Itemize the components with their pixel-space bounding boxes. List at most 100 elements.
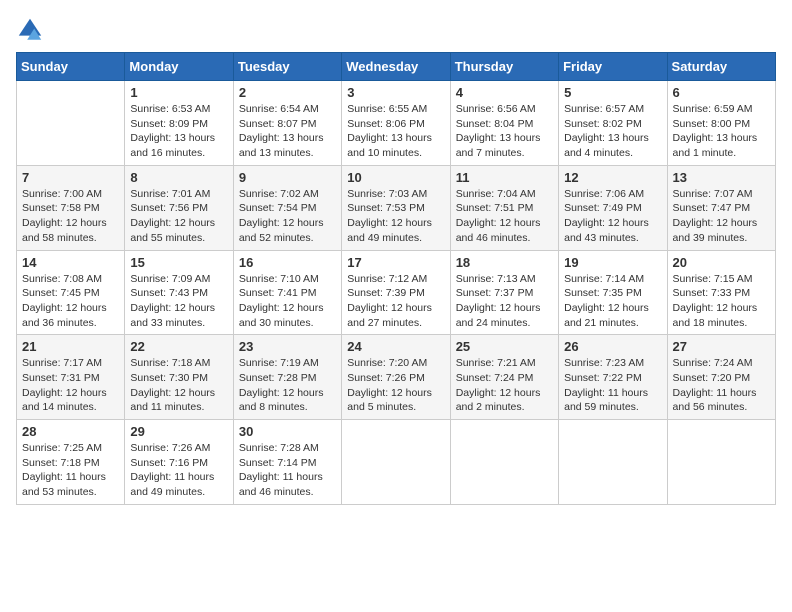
col-header-monday: Monday bbox=[125, 53, 233, 81]
day-info: Sunrise: 7:07 AMSunset: 7:47 PMDaylight:… bbox=[673, 187, 770, 246]
day-info: Sunrise: 7:00 AMSunset: 7:58 PMDaylight:… bbox=[22, 187, 119, 246]
calendar-cell: 8 Sunrise: 7:01 AMSunset: 7:56 PMDaylight… bbox=[125, 165, 233, 250]
day-number: 19 bbox=[564, 255, 661, 270]
calendar-cell: 19 Sunrise: 7:14 AMSunset: 7:35 PMDayligh… bbox=[559, 250, 667, 335]
logo-icon bbox=[16, 16, 44, 44]
day-number: 28 bbox=[22, 424, 119, 439]
day-number: 1 bbox=[130, 85, 227, 100]
calendar-cell: 4 Sunrise: 6:56 AMSunset: 8:04 PMDaylight… bbox=[450, 81, 558, 166]
day-number: 26 bbox=[564, 339, 661, 354]
calendar-cell: 27 Sunrise: 7:24 AMSunset: 7:20 PMDayligh… bbox=[667, 335, 775, 420]
day-number: 17 bbox=[347, 255, 444, 270]
calendar-cell: 29 Sunrise: 7:26 AMSunset: 7:16 PMDayligh… bbox=[125, 420, 233, 505]
day-number: 30 bbox=[239, 424, 336, 439]
day-info: Sunrise: 7:12 AMSunset: 7:39 PMDaylight:… bbox=[347, 272, 444, 331]
col-header-wednesday: Wednesday bbox=[342, 53, 450, 81]
day-info: Sunrise: 6:54 AMSunset: 8:07 PMDaylight:… bbox=[239, 102, 336, 161]
col-header-friday: Friday bbox=[559, 53, 667, 81]
day-info: Sunrise: 7:10 AMSunset: 7:41 PMDaylight:… bbox=[239, 272, 336, 331]
calendar-body: 1 Sunrise: 6:53 AMSunset: 8:09 PMDaylight… bbox=[17, 81, 776, 505]
calendar-cell bbox=[17, 81, 125, 166]
col-header-sunday: Sunday bbox=[17, 53, 125, 81]
calendar-cell: 7 Sunrise: 7:00 AMSunset: 7:58 PMDaylight… bbox=[17, 165, 125, 250]
day-info: Sunrise: 7:03 AMSunset: 7:53 PMDaylight:… bbox=[347, 187, 444, 246]
calendar-cell bbox=[667, 420, 775, 505]
day-number: 4 bbox=[456, 85, 553, 100]
day-number: 25 bbox=[456, 339, 553, 354]
calendar-cell: 10 Sunrise: 7:03 AMSunset: 7:53 PMDayligh… bbox=[342, 165, 450, 250]
calendar-cell: 25 Sunrise: 7:21 AMSunset: 7:24 PMDayligh… bbox=[450, 335, 558, 420]
col-header-saturday: Saturday bbox=[667, 53, 775, 81]
day-info: Sunrise: 6:53 AMSunset: 8:09 PMDaylight:… bbox=[130, 102, 227, 161]
day-number: 29 bbox=[130, 424, 227, 439]
day-number: 10 bbox=[347, 170, 444, 185]
day-number: 6 bbox=[673, 85, 770, 100]
calendar-cell: 11Sunrise: 7:04 AMSunset: 7:51 PMDayligh… bbox=[450, 165, 558, 250]
day-info: Sunrise: 7:15 AMSunset: 7:33 PMDaylight:… bbox=[673, 272, 770, 331]
day-info: Sunrise: 7:28 AMSunset: 7:14 PMDaylight:… bbox=[239, 441, 336, 500]
day-info: Sunrise: 7:26 AMSunset: 7:16 PMDaylight:… bbox=[130, 441, 227, 500]
calendar-cell: 18 Sunrise: 7:13 AMSunset: 7:37 PMDayligh… bbox=[450, 250, 558, 335]
calendar-cell: 28 Sunrise: 7:25 AMSunset: 7:18 PMDayligh… bbox=[17, 420, 125, 505]
calendar-cell: 5 Sunrise: 6:57 AMSunset: 8:02 PMDaylight… bbox=[559, 81, 667, 166]
day-info: Sunrise: 6:55 AMSunset: 8:06 PMDaylight:… bbox=[347, 102, 444, 161]
day-info: Sunrise: 7:17 AMSunset: 7:31 PMDaylight:… bbox=[22, 356, 119, 415]
day-info: Sunrise: 7:13 AMSunset: 7:37 PMDaylight:… bbox=[456, 272, 553, 331]
day-number: 8 bbox=[130, 170, 227, 185]
day-info: Sunrise: 7:06 AMSunset: 7:49 PMDaylight:… bbox=[564, 187, 661, 246]
day-number: 27 bbox=[673, 339, 770, 354]
day-info: Sunrise: 7:08 AMSunset: 7:45 PMDaylight:… bbox=[22, 272, 119, 331]
day-number: 7 bbox=[22, 170, 119, 185]
day-info: Sunrise: 7:24 AMSunset: 7:20 PMDaylight:… bbox=[673, 356, 770, 415]
calendar-cell bbox=[450, 420, 558, 505]
week-row-1: 7 Sunrise: 7:00 AMSunset: 7:58 PMDaylight… bbox=[17, 165, 776, 250]
day-info: Sunrise: 7:04 AMSunset: 7:51 PMDaylight:… bbox=[456, 187, 553, 246]
calendar-cell: 16 Sunrise: 7:10 AMSunset: 7:41 PMDayligh… bbox=[233, 250, 341, 335]
calendar-cell bbox=[342, 420, 450, 505]
day-number: 2 bbox=[239, 85, 336, 100]
calendar-cell: 3 Sunrise: 6:55 AMSunset: 8:06 PMDaylight… bbox=[342, 81, 450, 166]
calendar-cell: 9 Sunrise: 7:02 AMSunset: 7:54 PMDaylight… bbox=[233, 165, 341, 250]
day-number: 15 bbox=[130, 255, 227, 270]
calendar-cell: 22Sunrise: 7:18 AMSunset: 7:30 PMDayligh… bbox=[125, 335, 233, 420]
day-info: Sunrise: 7:20 AMSunset: 7:26 PMDaylight:… bbox=[347, 356, 444, 415]
calendar-cell: 24 Sunrise: 7:20 AMSunset: 7:26 PMDayligh… bbox=[342, 335, 450, 420]
calendar-cell: 2 Sunrise: 6:54 AMSunset: 8:07 PMDaylight… bbox=[233, 81, 341, 166]
day-number: 16 bbox=[239, 255, 336, 270]
day-info: Sunrise: 6:57 AMSunset: 8:02 PMDaylight:… bbox=[564, 102, 661, 161]
day-number: 14 bbox=[22, 255, 119, 270]
day-info: Sunrise: 7:02 AMSunset: 7:54 PMDaylight:… bbox=[239, 187, 336, 246]
day-info: Sunrise: 7:14 AMSunset: 7:35 PMDaylight:… bbox=[564, 272, 661, 331]
day-number: 3 bbox=[347, 85, 444, 100]
week-row-0: 1 Sunrise: 6:53 AMSunset: 8:09 PMDaylight… bbox=[17, 81, 776, 166]
day-number: 9 bbox=[239, 170, 336, 185]
day-info: Sunrise: 7:09 AMSunset: 7:43 PMDaylight:… bbox=[130, 272, 227, 331]
week-row-3: 21 Sunrise: 7:17 AMSunset: 7:31 PMDayligh… bbox=[17, 335, 776, 420]
day-number: 24 bbox=[347, 339, 444, 354]
day-info: Sunrise: 6:56 AMSunset: 8:04 PMDaylight:… bbox=[456, 102, 553, 161]
calendar-cell bbox=[559, 420, 667, 505]
day-number: 20 bbox=[673, 255, 770, 270]
day-info: Sunrise: 7:01 AMSunset: 7:56 PMDaylight:… bbox=[130, 187, 227, 246]
col-header-tuesday: Tuesday bbox=[233, 53, 341, 81]
col-header-thursday: Thursday bbox=[450, 53, 558, 81]
week-row-4: 28 Sunrise: 7:25 AMSunset: 7:18 PMDayligh… bbox=[17, 420, 776, 505]
calendar-cell: 23Sunrise: 7:19 AMSunset: 7:28 PMDayligh… bbox=[233, 335, 341, 420]
calendar-cell: 30 Sunrise: 7:28 AMSunset: 7:14 PMDayligh… bbox=[233, 420, 341, 505]
calendar-cell: 20 Sunrise: 7:15 AMSunset: 7:33 PMDayligh… bbox=[667, 250, 775, 335]
calendar-cell: 21 Sunrise: 7:17 AMSunset: 7:31 PMDayligh… bbox=[17, 335, 125, 420]
day-number: 18 bbox=[456, 255, 553, 270]
day-number: 21 bbox=[22, 339, 119, 354]
day-info: Sunrise: 7:18 AMSunset: 7:30 PMDaylight:… bbox=[130, 356, 227, 415]
calendar-cell: 17 Sunrise: 7:12 AMSunset: 7:39 PMDayligh… bbox=[342, 250, 450, 335]
calendar-cell: 12Sunrise: 7:06 AMSunset: 7:49 PMDayligh… bbox=[559, 165, 667, 250]
calendar-table: SundayMondayTuesdayWednesdayThursdayFrid… bbox=[16, 52, 776, 505]
day-info: Sunrise: 7:19 AMSunset: 7:28 PMDaylight:… bbox=[239, 356, 336, 415]
logo bbox=[16, 16, 48, 44]
day-info: Sunrise: 7:21 AMSunset: 7:24 PMDaylight:… bbox=[456, 356, 553, 415]
calendar-header-row: SundayMondayTuesdayWednesdayThursdayFrid… bbox=[17, 53, 776, 81]
day-info: Sunrise: 7:25 AMSunset: 7:18 PMDaylight:… bbox=[22, 441, 119, 500]
calendar-cell: 15 Sunrise: 7:09 AMSunset: 7:43 PMDayligh… bbox=[125, 250, 233, 335]
day-info: Sunrise: 7:23 AMSunset: 7:22 PMDaylight:… bbox=[564, 356, 661, 415]
day-number: 5 bbox=[564, 85, 661, 100]
